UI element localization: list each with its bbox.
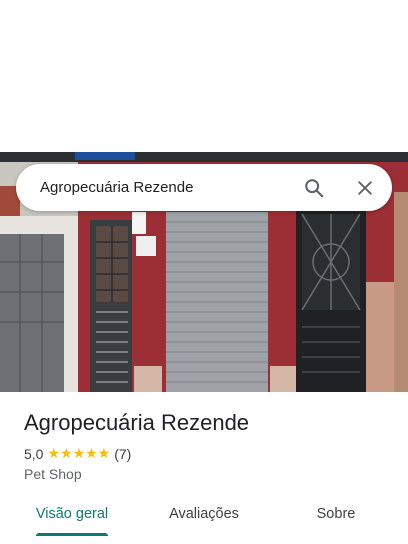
clear-search-button[interactable] (349, 172, 381, 204)
tab-reviews[interactable]: Avaliações (160, 500, 248, 540)
review-count: (7) (114, 445, 132, 462)
active-tab-indicator (36, 533, 108, 536)
place-category[interactable]: Pet Shop (24, 466, 82, 482)
tab-about[interactable]: Sobre (300, 500, 372, 540)
rating-value: 5,0 (24, 445, 44, 462)
place-info-panel: Agropecuária Rezende 5,0 ★★★★★ (7) Pet S… (0, 392, 408, 544)
map-blank-area (0, 0, 408, 152)
search-input[interactable]: Agropecuária Rezende (40, 164, 193, 211)
place-tabs: Visão geral Avaliações Sobre (0, 500, 408, 544)
search-button[interactable] (298, 172, 330, 204)
star-icon: ★★★★★ (47, 445, 111, 461)
close-icon (358, 181, 372, 195)
search-bar[interactable]: Agropecuária Rezende (16, 164, 392, 211)
place-title: Agropecuária Rezende (24, 410, 250, 435)
rating-row[interactable]: 5,0 ★★★★★ (7) (24, 445, 131, 462)
search-icon (305, 179, 324, 198)
